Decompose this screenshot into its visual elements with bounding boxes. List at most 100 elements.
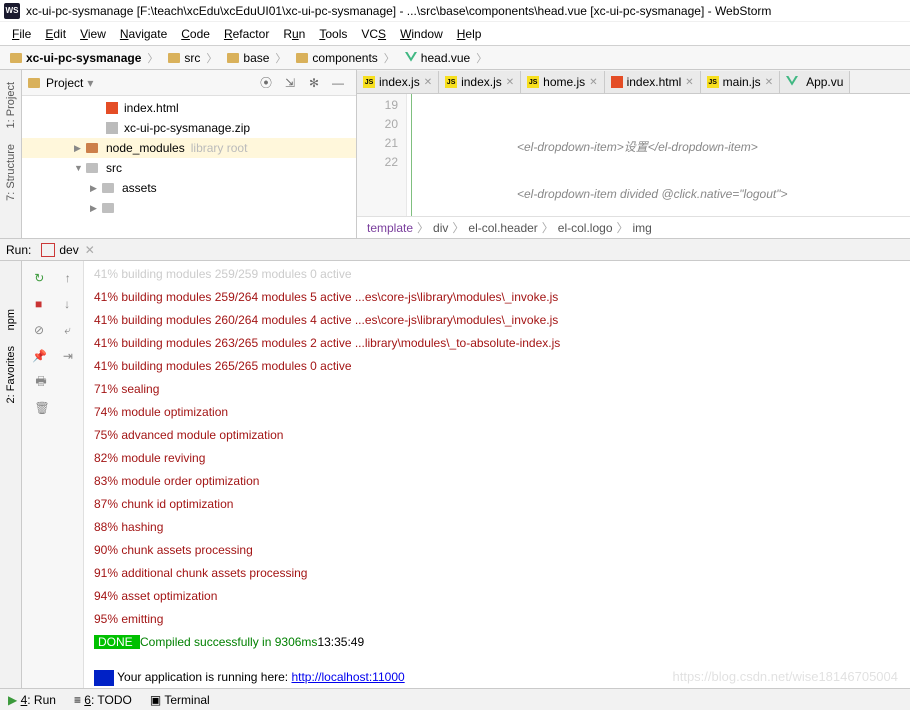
close-icon[interactable]: ✕ xyxy=(589,77,597,88)
status-terminal[interactable]: ▣ Terminal xyxy=(150,693,210,707)
tool-tab-npm[interactable]: npm xyxy=(3,301,19,338)
menu-window[interactable]: Window xyxy=(394,25,449,43)
print-icon[interactable]: 🖶 xyxy=(35,372,46,393)
editor-tabs: JSindex.js✕ JSindex.js✕ JShome.js✕ index… xyxy=(357,70,910,94)
folder-icon xyxy=(10,53,22,63)
crumb-project[interactable]: xc-ui-pc-sysmanage xyxy=(6,48,164,68)
console-line: 87% chunk id optimization xyxy=(94,493,910,516)
hide-icon[interactable]: — xyxy=(330,75,346,91)
tab-label: index.js xyxy=(379,75,420,89)
menu-tools[interactable]: Tools xyxy=(313,25,353,43)
running-msg: Your application is running here: xyxy=(114,670,291,684)
up-icon[interactable]: ↑ xyxy=(65,271,71,285)
editor-area: JSindex.js✕ JSindex.js✕ JShome.js✕ index… xyxy=(357,70,910,238)
menu-navigate[interactable]: Navigate xyxy=(114,25,173,43)
line-number: 19 xyxy=(357,96,398,115)
tab-index-js[interactable]: JS index.js ✕ xyxy=(357,71,439,93)
tab-app-vue[interactable]: App.vu xyxy=(780,71,850,93)
html-icon xyxy=(106,102,118,114)
tree-file-index-html[interactable]: index.html xyxy=(22,98,356,118)
tab-home-js[interactable]: JShome.js✕ xyxy=(521,71,604,93)
tree-folder-node-modules[interactable]: ▶node_moduleslibrary root xyxy=(22,138,356,158)
menu-view[interactable]: View xyxy=(74,25,112,43)
menubar: File Edit View Navigate Code Refactor Ru… xyxy=(0,22,910,46)
run-body: npm 2: Favorites ↻ ↑ ■ ↓ ⊘ ⤶ 📌 ⇥ 🖶 🗑 41% bui… xyxy=(0,261,910,688)
tree-folder-more[interactable]: ▶ xyxy=(22,198,356,218)
js-icon: JS xyxy=(527,76,539,88)
bc-item[interactable]: img xyxy=(633,221,652,235)
menu-code[interactable]: Code xyxy=(175,25,216,43)
crumb-label: xc-ui-pc-sysmanage xyxy=(26,51,141,65)
bc-item[interactable]: template xyxy=(367,221,413,235)
close-icon[interactable]: ✕ xyxy=(506,77,514,88)
console-output[interactable]: 41% building modules 259/259 modules 0 a… xyxy=(84,261,910,688)
tree-hint: library root xyxy=(191,141,248,155)
crumb-label: src xyxy=(184,51,200,65)
scroll-icon[interactable]: ⇥ xyxy=(63,349,73,363)
console-line: 90% chunk assets processing xyxy=(94,539,910,562)
tab-index-js-2[interactable]: JSindex.js✕ xyxy=(439,71,521,93)
console-line: 41% building modules 259/264 modules 5 a… xyxy=(94,286,910,309)
tree-folder-assets[interactable]: ▶assets xyxy=(22,178,356,198)
bc-item[interactable]: div xyxy=(433,221,448,235)
menu-run[interactable]: Run xyxy=(277,25,311,43)
menu-edit[interactable]: Edit xyxy=(39,25,72,43)
done-badge: DONE xyxy=(94,635,140,649)
line-number: 20 xyxy=(357,115,398,134)
crumb-src[interactable]: src xyxy=(164,48,223,68)
block-icon xyxy=(94,670,114,686)
bc-item[interactable]: el-col.header xyxy=(468,221,537,235)
console-line: 94% asset optimization xyxy=(94,585,910,608)
line-number: 21 xyxy=(357,134,398,153)
stop-icon[interactable]: ■ xyxy=(35,297,42,311)
close-icon[interactable]: ✕ xyxy=(765,77,773,88)
pin-icon[interactable]: 📌 xyxy=(32,349,47,363)
gear-icon[interactable]: ✻ xyxy=(306,75,322,91)
status-run[interactable]: ▶ 4: Run xyxy=(8,693,56,707)
dropdown-icon[interactable]: ▾ xyxy=(87,76,93,90)
folder-icon xyxy=(28,78,40,88)
console-line: 91% additional chunk assets processing xyxy=(94,562,910,585)
chevron-right-icon: ▶ xyxy=(90,183,100,194)
menu-vcs[interactable]: VCS xyxy=(355,25,392,43)
crumb-file[interactable]: head.vue xyxy=(401,48,493,68)
down-icon[interactable]: ↓ xyxy=(64,297,70,311)
app-url-link[interactable]: http://localhost:11000 xyxy=(291,670,404,684)
run-config-name[interactable]: dev xyxy=(59,243,78,257)
main-area: 1: Project 7: Structure Project ▾ ⦿ ⇲ ✻ … xyxy=(0,70,910,238)
bc-item[interactable]: el-col.logo xyxy=(558,221,613,235)
folder-icon xyxy=(102,203,114,213)
timestamp: 13:35:49 xyxy=(317,635,364,649)
run-label: Run: xyxy=(6,243,31,257)
tree-label: index.html xyxy=(124,101,179,115)
tree-file-zip[interactable]: xc-ui-pc-sysmanage.zip xyxy=(22,118,356,138)
tool-tab-favorites[interactable]: 2: Favorites xyxy=(3,338,19,411)
tool-tab-project[interactable]: 1: Project xyxy=(3,74,19,136)
line-number: 22 xyxy=(357,153,398,172)
close-icon[interactable]: ✕ xyxy=(85,243,95,257)
close-run-icon[interactable]: ⊘ xyxy=(34,323,44,337)
menu-help[interactable]: Help xyxy=(451,25,488,43)
code-body[interactable]: <el-dropdown-item>设置</el-dropdown-item> … xyxy=(407,94,788,216)
status-todo[interactable]: ≡ 6: TODO xyxy=(74,693,132,707)
menu-refactor[interactable]: Refactor xyxy=(218,25,275,43)
panel-title: Project xyxy=(46,76,83,90)
crumb-base[interactable]: base xyxy=(223,48,292,68)
run-header: Run: dev ✕ xyxy=(0,239,910,261)
close-icon[interactable]: ✕ xyxy=(685,77,693,88)
trash-icon[interactable]: 🗑 xyxy=(34,401,49,415)
tab-main-js[interactable]: JSmain.js✕ xyxy=(701,71,780,93)
code-editor[interactable]: 19 20 21 22 <el-dropdown-item>设置</el-dro… xyxy=(357,94,910,216)
compiled-msg: Compiled successfully in 9306ms xyxy=(140,635,317,649)
close-icon[interactable]: ✕ xyxy=(424,77,432,88)
soft-wrap-icon[interactable]: ⤶ xyxy=(64,323,71,338)
tree-folder-src[interactable]: ▼src xyxy=(22,158,356,178)
tab-index-html[interactable]: index.html✕ xyxy=(605,71,701,93)
menu-file[interactable]: File xyxy=(6,25,37,43)
rerun-icon[interactable]: ↻ xyxy=(34,271,44,285)
js-icon: JS xyxy=(363,76,375,88)
crumb-components[interactable]: components xyxy=(292,48,400,68)
locate-icon[interactable]: ⦿ xyxy=(258,75,274,91)
tool-tab-structure[interactable]: 7: Structure xyxy=(3,136,19,209)
collapse-icon[interactable]: ⇲ xyxy=(282,75,298,91)
